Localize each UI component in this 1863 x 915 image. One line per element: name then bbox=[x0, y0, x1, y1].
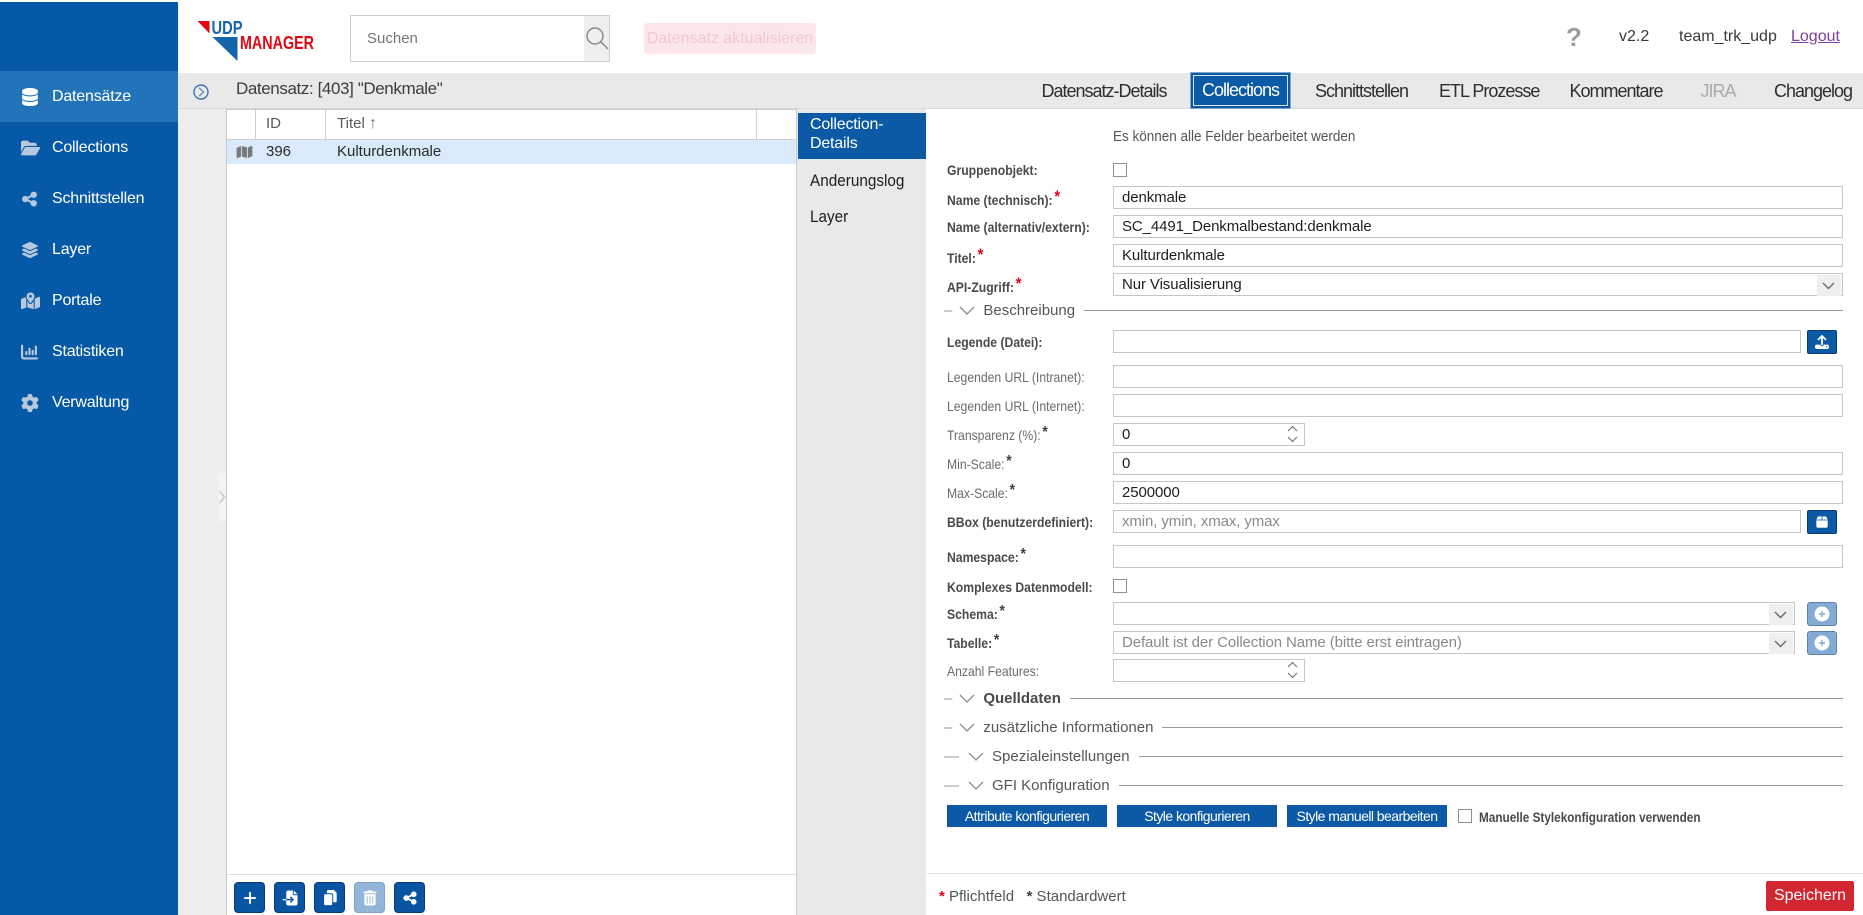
svg-text:UDP: UDP bbox=[212, 20, 243, 38]
svg-text:MANAGER: MANAGER bbox=[240, 33, 314, 53]
